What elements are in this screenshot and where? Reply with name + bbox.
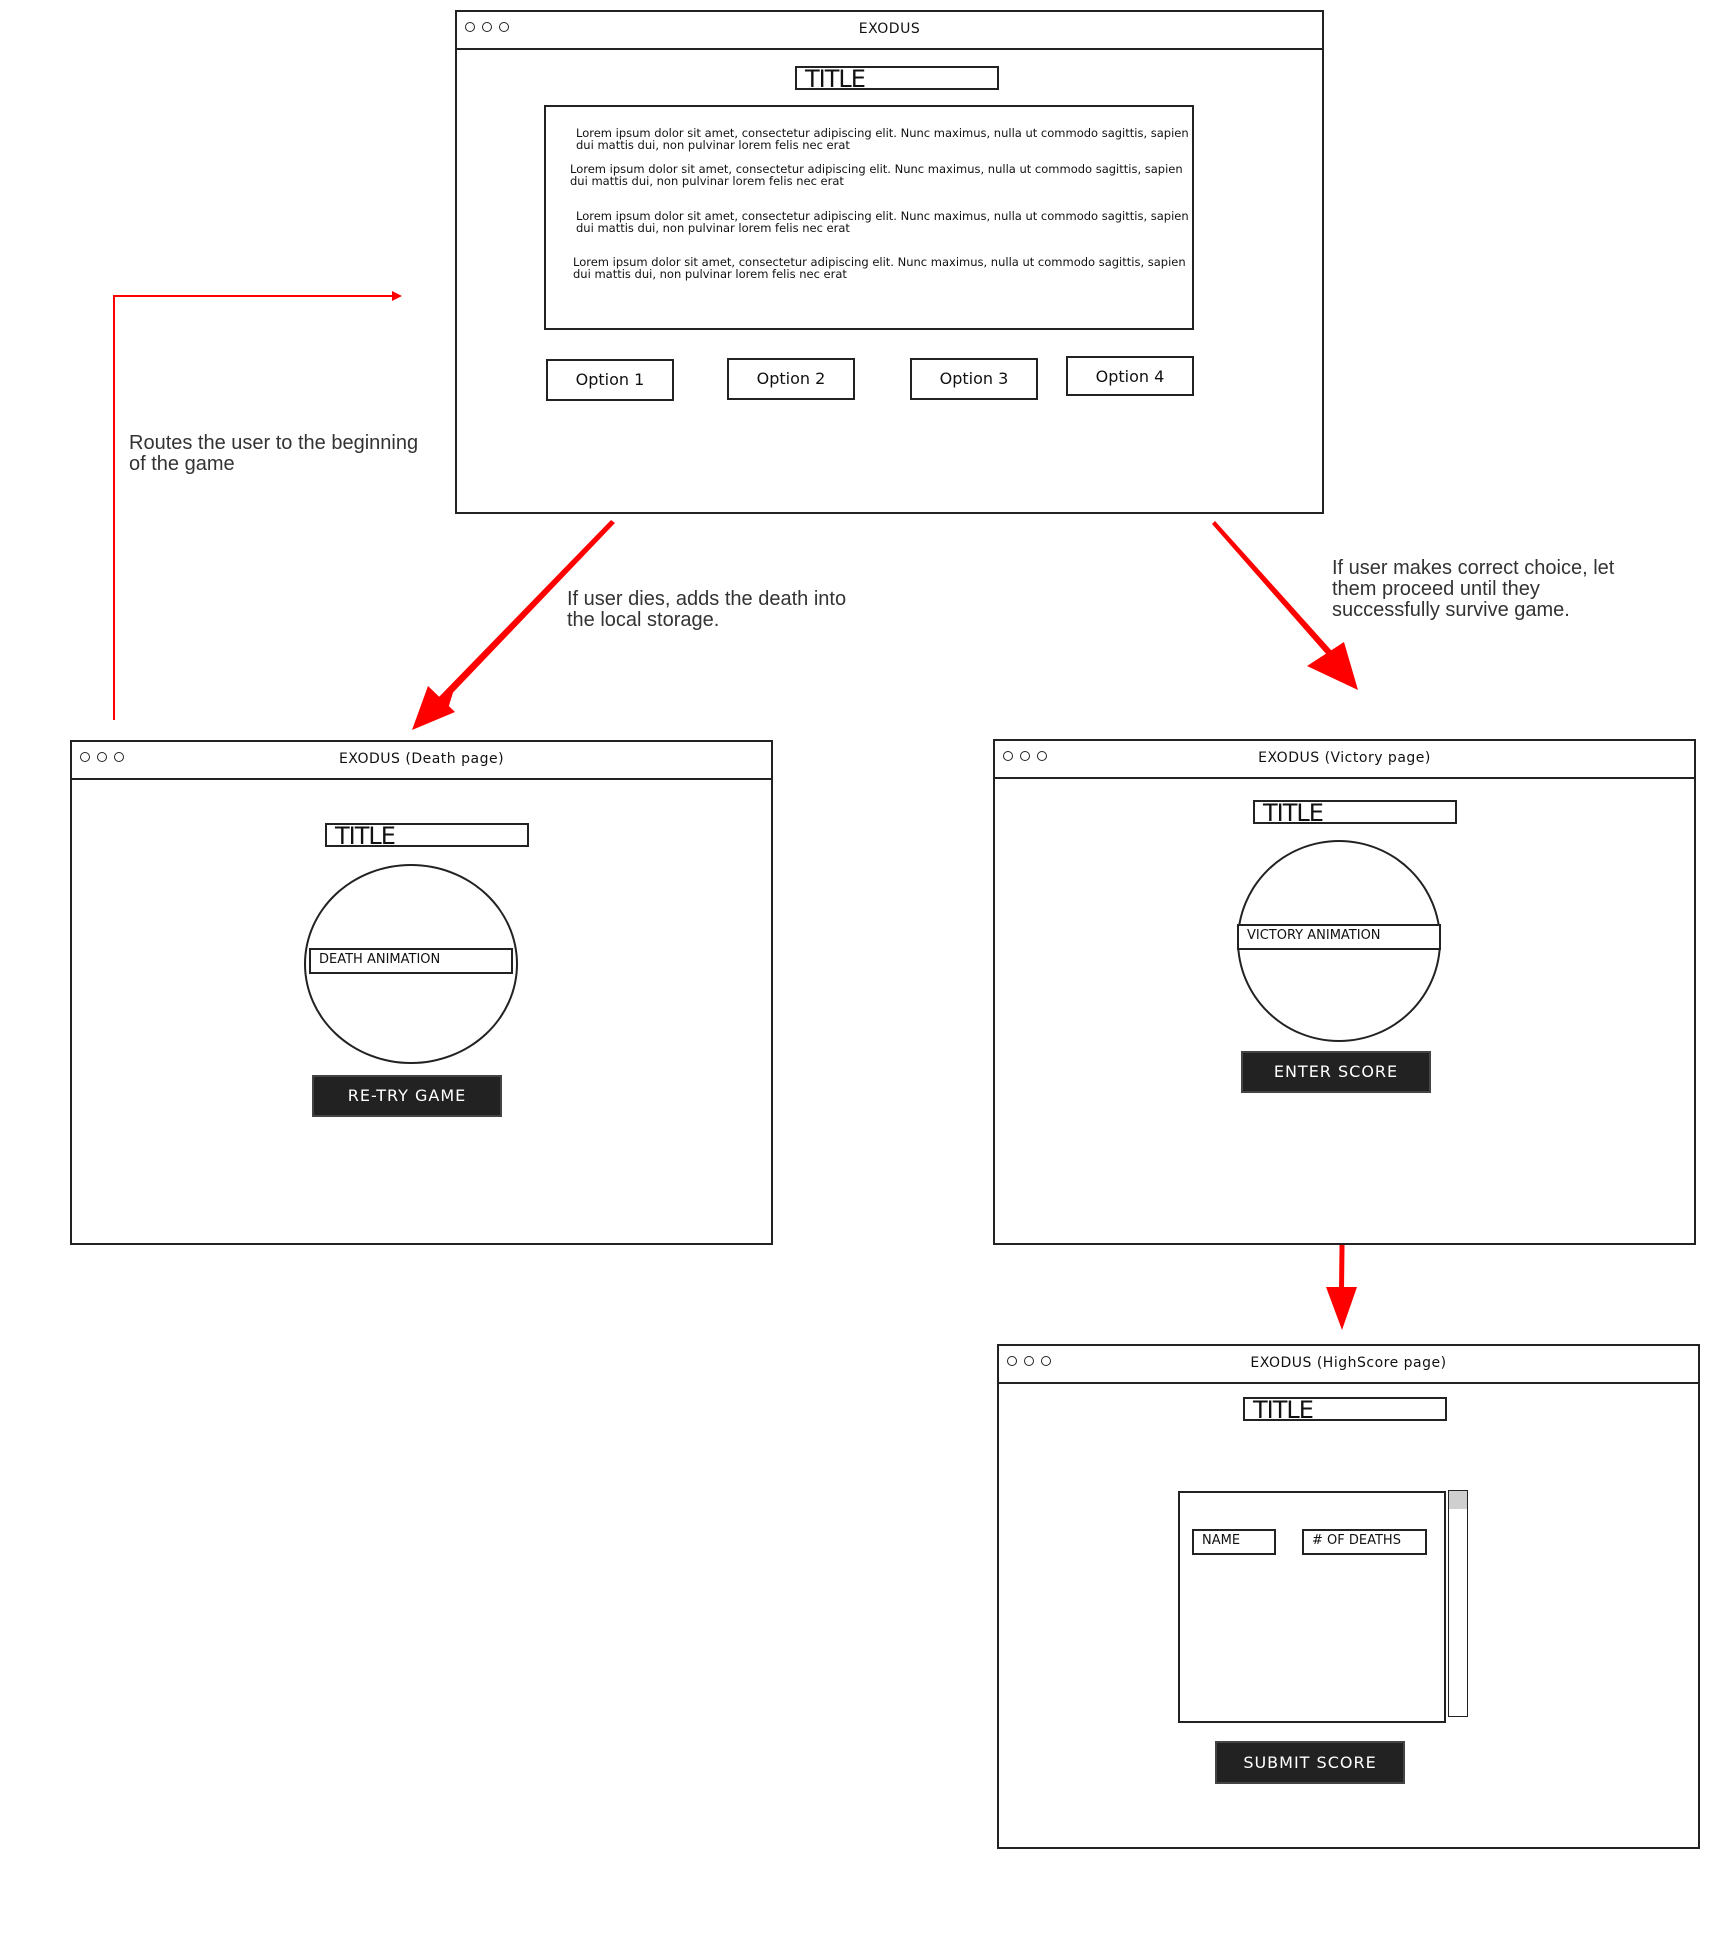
death-page-window: EXODUS (Death page) TITLE DEATH ANIMATIO… bbox=[70, 740, 773, 1245]
restart-arrow bbox=[113, 291, 402, 720]
option-4-button[interactable]: Option 4 bbox=[1066, 356, 1194, 396]
retry-game-button[interactable]: RE-TRY GAME bbox=[312, 1075, 502, 1117]
victory-page-window: EXODUS (Victory page) TITLE VICTORY ANIM… bbox=[993, 739, 1696, 1245]
story-paragraph: Lorem ipsum dolor sit amet, consectetur … bbox=[570, 163, 1183, 187]
table-scrollbar[interactable] bbox=[1448, 1490, 1468, 1717]
scrollbar-thumb[interactable] bbox=[1449, 1491, 1467, 1509]
highscore-page-window: EXODUS (HighScore page) TITLE NAME # OF … bbox=[997, 1344, 1700, 1849]
death-note: If user dies, adds the death into the lo… bbox=[567, 589, 846, 631]
paragraph-line: dui mattis dui, non pulvinar lorem felis… bbox=[573, 267, 847, 281]
option-3-button[interactable]: Option 3 bbox=[910, 358, 1038, 400]
window-title: EXODUS bbox=[858, 21, 921, 37]
note-line: successfully survive game. bbox=[1332, 599, 1570, 621]
main-game-window: EXODUS TITLE Lorem ipsum dolor sit amet,… bbox=[455, 10, 1324, 514]
victory-note: If user makes correct choice, let them p… bbox=[1332, 558, 1614, 621]
victory-animation-label: VICTORY ANIMATION bbox=[1237, 924, 1441, 950]
window-titlebar: EXODUS (HighScore page) bbox=[999, 1346, 1698, 1384]
highscore-table: NAME # OF DEATHS bbox=[1178, 1491, 1446, 1723]
page-title: TITLE bbox=[1243, 1397, 1447, 1422]
paragraph-line: dui mattis dui, non pulvinar lorem felis… bbox=[576, 221, 850, 235]
page-title: TITLE bbox=[325, 823, 529, 848]
note-line: the local storage. bbox=[567, 609, 720, 631]
note-line: If user dies, adds the death into bbox=[567, 588, 847, 610]
window-title: EXODUS (Death page) bbox=[338, 751, 505, 767]
note-line: them proceed until they bbox=[1332, 578, 1540, 600]
window-titlebar: EXODUS (Victory page) bbox=[995, 741, 1694, 779]
story-text-box: Lorem ipsum dolor sit amet, consectetur … bbox=[544, 105, 1194, 330]
window-titlebar: EXODUS (Death page) bbox=[72, 742, 771, 780]
submit-score-button[interactable]: SUBMIT SCORE bbox=[1215, 1741, 1405, 1784]
paragraph-line: dui mattis dui, non pulvinar lorem felis… bbox=[576, 138, 850, 152]
column-header-deaths: # OF DEATHS bbox=[1302, 1529, 1427, 1555]
story-paragraph: Lorem ipsum dolor sit amet, consectetur … bbox=[576, 127, 1189, 151]
restart-note: Routes the user to the beginning of the … bbox=[129, 433, 418, 475]
window-title: EXODUS (HighScore page) bbox=[1250, 1355, 1447, 1371]
note-line: of the game bbox=[129, 453, 235, 475]
enter-score-button[interactable]: ENTER SCORE bbox=[1241, 1051, 1431, 1093]
death-animation-label: DEATH ANIMATION bbox=[309, 948, 513, 974]
page-title: TITLE bbox=[795, 66, 999, 91]
page-title: TITLE bbox=[1253, 800, 1457, 825]
story-paragraph: Lorem ipsum dolor sit amet, consectetur … bbox=[573, 256, 1186, 280]
paragraph-line: dui mattis dui, non pulvinar lorem felis… bbox=[570, 174, 844, 188]
option-2-button[interactable]: Option 2 bbox=[727, 358, 855, 400]
window-titlebar: EXODUS bbox=[457, 12, 1322, 50]
story-paragraph: Lorem ipsum dolor sit amet, consectetur … bbox=[576, 210, 1189, 234]
column-header-name: NAME bbox=[1192, 1529, 1276, 1555]
option-1-button[interactable]: Option 1 bbox=[546, 359, 674, 401]
note-line: Routes the user to the beginning bbox=[129, 432, 419, 454]
note-line: If user makes correct choice, let bbox=[1332, 557, 1615, 579]
window-title: EXODUS (Victory page) bbox=[1258, 750, 1431, 766]
